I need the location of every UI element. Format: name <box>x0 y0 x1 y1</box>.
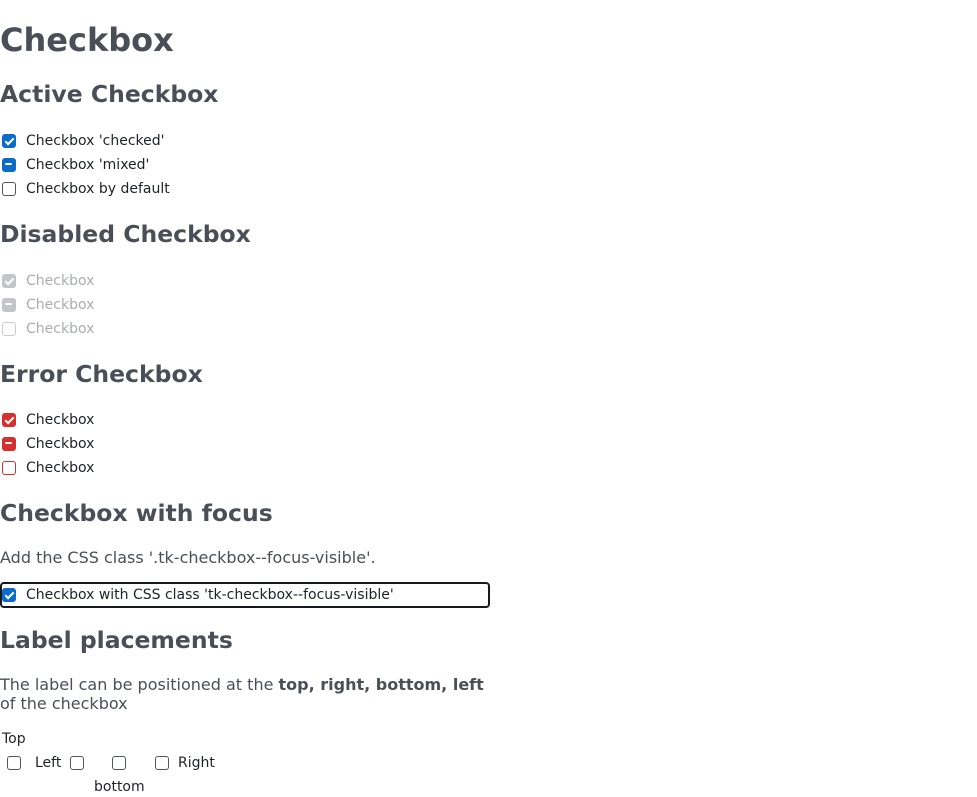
active-checkbox-checked[interactable]: Checkbox 'checked' <box>0 129 165 153</box>
checkbox-label: Checkbox <box>26 297 95 313</box>
checkbox-unchecked-disabled-icon <box>2 322 16 336</box>
checkbox-label: Checkbox with CSS class 'tk-checkbox--fo… <box>26 587 394 603</box>
checkbox-label: Checkbox 'mixed' <box>26 157 150 173</box>
error-checkbox-heading: Error Checkbox <box>0 360 203 388</box>
checkbox-checked-icon[interactable] <box>2 134 16 148</box>
disabled-checkbox-heading: Disabled Checkbox <box>0 220 251 248</box>
disabled-checkbox-checked: Checkbox <box>0 269 94 293</box>
right-placement-label: Right <box>178 755 215 771</box>
checkbox-label: Checkbox <box>26 273 95 289</box>
left-placement-checkbox[interactable] <box>70 756 84 770</box>
error-checkbox-checked[interactable]: Checkbox <box>0 408 94 432</box>
disabled-checkbox-unchecked: Checkbox <box>0 317 94 341</box>
checkbox-unchecked-error-icon[interactable] <box>2 461 16 475</box>
focus-description: Add the CSS class '.tk-checkbox--focus-v… <box>0 548 376 567</box>
checkbox-checked-icon[interactable] <box>2 588 16 602</box>
checkbox-unchecked-icon[interactable] <box>2 182 16 196</box>
active-checkbox-heading: Active Checkbox <box>0 80 219 108</box>
focus-checkbox[interactable]: Checkbox with CSS class 'tk-checkbox--fo… <box>0 583 394 607</box>
placements-description: The label can be positioned at the top, … <box>0 675 484 713</box>
top-placement-label: Top <box>2 731 26 747</box>
checkbox-checked-error-icon[interactable] <box>2 413 16 427</box>
checkbox-label: Checkbox 'checked' <box>26 133 165 149</box>
bottom-placement-label: bottom <box>94 779 145 795</box>
checkbox-label: Checkbox <box>26 412 95 428</box>
disabled-checkbox-mixed: Checkbox <box>0 293 94 317</box>
checkbox-mixed-icon[interactable] <box>2 158 16 172</box>
checkbox-mixed-disabled-icon <box>2 298 16 312</box>
placements-description-suffix: of the checkbox <box>0 694 128 713</box>
active-checkbox-default[interactable]: Checkbox by default <box>0 177 170 201</box>
active-checkbox-mixed[interactable]: Checkbox 'mixed' <box>0 153 149 177</box>
page-title: Checkbox <box>0 21 174 59</box>
label-placements-heading: Label placements <box>0 626 233 654</box>
error-checkbox-mixed[interactable]: Checkbox <box>0 432 94 456</box>
right-placement-checkbox[interactable] <box>155 756 169 770</box>
checkbox-label: Checkbox <box>26 436 95 452</box>
checkbox-label: Checkbox by default <box>26 181 170 197</box>
placements-description-prefix: The label can be positioned at the <box>0 675 279 694</box>
top-placement-checkbox[interactable] <box>7 756 21 770</box>
checkbox-checked-disabled-icon <box>2 274 16 288</box>
placements-description-bold: top, right, bottom, left <box>278 675 484 694</box>
left-placement-label: Left <box>35 755 62 771</box>
checkbox-mixed-error-icon[interactable] <box>2 437 16 451</box>
focus-checkbox-heading: Checkbox with focus <box>0 499 273 527</box>
error-checkbox-unchecked[interactable]: Checkbox <box>0 456 94 480</box>
bottom-placement-checkbox[interactable] <box>112 756 126 770</box>
checkbox-label: Checkbox <box>26 321 95 337</box>
checkbox-label: Checkbox <box>26 460 95 476</box>
